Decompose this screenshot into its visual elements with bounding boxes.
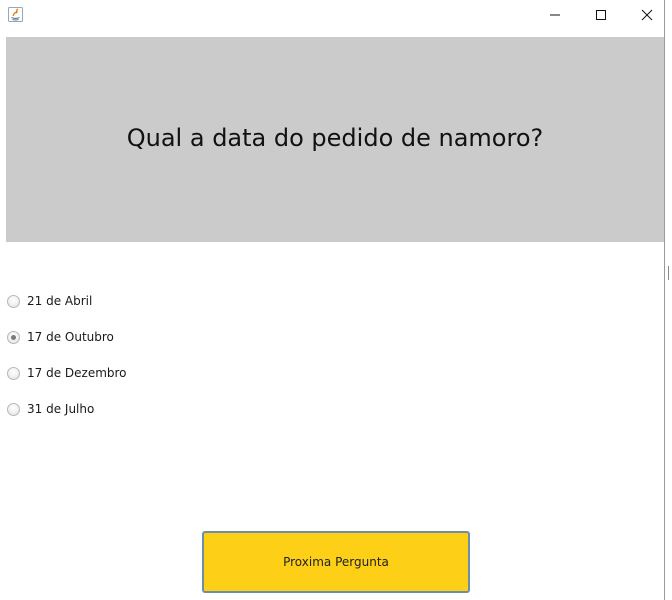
radio-button[interactable] <box>7 366 20 380</box>
option-label: 21 de Abril <box>27 294 93 308</box>
window-edge-divider <box>668 266 671 280</box>
next-question-button[interactable]: Proxima Pergunta <box>202 531 470 593</box>
option-radio-3[interactable]: 17 de Dezembro <box>7 363 127 383</box>
question-text: Qual a data do pedido de namoro? <box>126 124 544 152</box>
next-question-label: Proxima Pergunta <box>283 555 389 569</box>
title-bar[interactable] <box>0 0 664 30</box>
quiz-window: Qual a data do pedido de namoro? 21 de A… <box>0 0 665 600</box>
close-button[interactable] <box>624 0 670 30</box>
radio-button[interactable] <box>7 402 20 416</box>
radio-button-selected[interactable] <box>7 330 20 344</box>
option-radio-1[interactable]: 21 de Abril <box>7 291 92 311</box>
option-label: 31 de Julho <box>27 402 95 416</box>
close-icon <box>641 6 653 25</box>
minimize-icon <box>549 6 561 25</box>
question-panel: Qual a data do pedido de namoro? <box>6 37 664 242</box>
radio-button[interactable] <box>7 294 20 308</box>
option-radio-4[interactable]: 31 de Julho <box>7 399 94 419</box>
maximize-button[interactable] <box>578 0 624 30</box>
option-label: 17 de Outubro <box>27 330 114 344</box>
option-radio-2[interactable]: 17 de Outubro <box>7 327 114 347</box>
java-app-icon <box>8 7 23 22</box>
option-label: 17 de Dezembro <box>27 366 127 380</box>
maximize-icon <box>595 6 607 25</box>
minimize-button[interactable] <box>532 0 578 30</box>
